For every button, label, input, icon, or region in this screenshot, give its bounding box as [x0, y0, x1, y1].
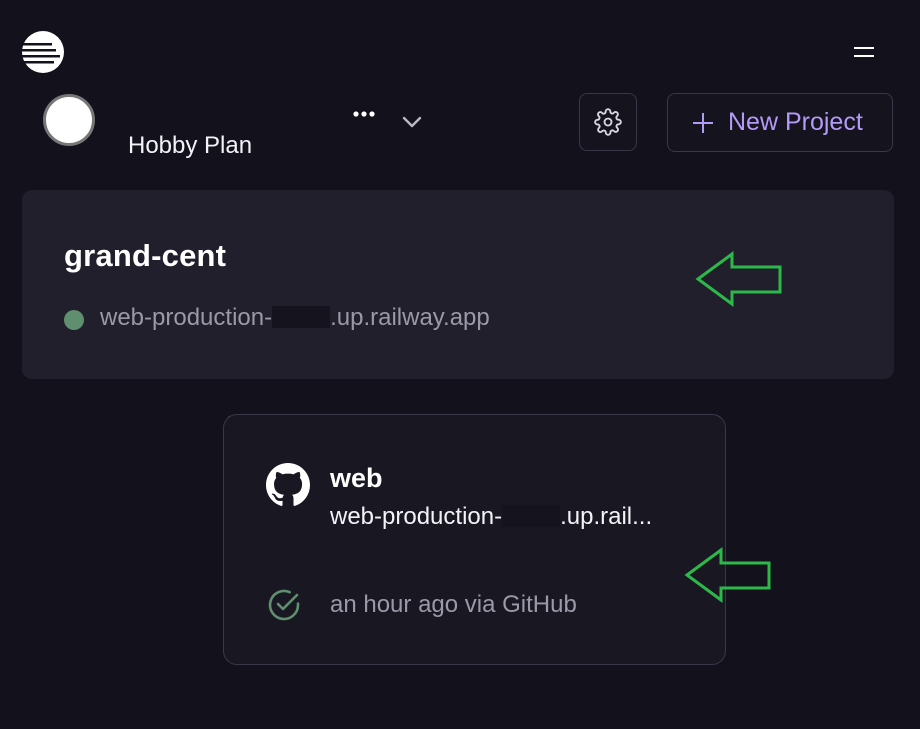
chevron-down-icon[interactable] [398, 108, 426, 136]
project-url-prefix: web-production- [100, 304, 273, 331]
project-name: grand-cent [64, 238, 227, 273]
check-circle-icon [268, 589, 300, 621]
gear-icon [594, 108, 622, 136]
hamburger-menu-icon[interactable] [850, 40, 878, 64]
github-icon [266, 463, 310, 506]
more-dots-icon[interactable] [350, 104, 378, 124]
service-name: web [330, 463, 383, 493]
redaction-block [272, 306, 331, 328]
status-dot [64, 310, 84, 330]
redaction-block [502, 505, 561, 527]
plan-label: Hobby Plan [128, 132, 253, 159]
new-project-button[interactable]: New Project [667, 93, 893, 152]
railway-dashboard: Hobby Plan New Project grand-cent web-pr… [0, 0, 920, 729]
railway-logo-icon[interactable] [21, 30, 65, 74]
new-project-label: New Project [728, 108, 863, 136]
project-url-suffix: .up.railway.app [330, 304, 490, 331]
avatar[interactable] [43, 94, 95, 146]
service-card[interactable]: web web-production- .up.rail... an hour a… [223, 414, 726, 665]
annotation-arrow-icon [695, 251, 782, 307]
plus-icon [693, 112, 713, 133]
annotation-arrow-icon [684, 547, 771, 603]
service-url-suffix: .up.rail... [560, 503, 653, 530]
settings-button[interactable] [579, 93, 637, 151]
service-url-prefix: web-production- [330, 503, 503, 530]
service-url: web-production- .up.rail... [330, 503, 652, 531]
deploy-status: an hour ago via GitHub [330, 591, 577, 618]
project-url: web-production- .up.railway.app [100, 304, 490, 332]
